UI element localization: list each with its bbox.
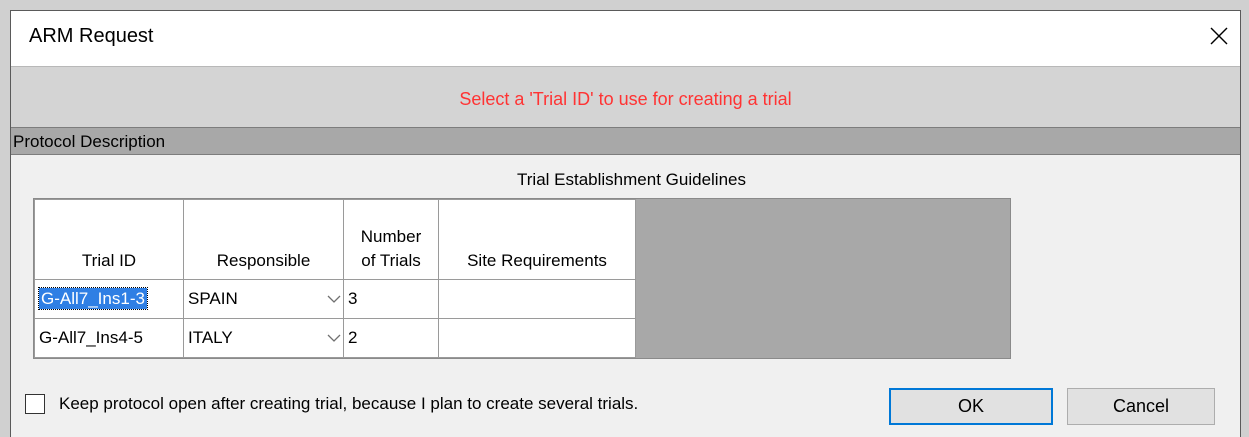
- responsible-cell[interactable]: ITALY: [183, 318, 344, 358]
- window-title: ARM Request: [29, 25, 154, 47]
- arm-request-dialog: ARM Request Select a 'Trial ID' to use f…: [10, 10, 1241, 437]
- guidelines-title: Trial Establishment Guidelines: [517, 170, 746, 189]
- column-header-number-of-trials[interactable]: Number of Trials: [343, 199, 439, 280]
- close-icon: [1210, 27, 1228, 45]
- keep-open-option[interactable]: Keep protocol open after creating trial,…: [25, 391, 638, 417]
- protocol-description-header[interactable]: Protocol Description: [11, 127, 1240, 155]
- responsible-value: ITALY: [188, 328, 233, 347]
- trial-id-cell[interactable]: G-All7_Ins4-5: [34, 318, 184, 358]
- number-of-trials-cell[interactable]: 2: [343, 318, 439, 358]
- instruction-banner: Select a 'Trial ID' to use for creating …: [11, 66, 1240, 128]
- column-header-site-requirements[interactable]: Site Requirements: [438, 199, 636, 280]
- keep-open-checkbox[interactable]: [25, 394, 45, 414]
- title-bar: ARM Request: [11, 11, 1240, 66]
- selected-trial-id[interactable]: G-All7_Ins1-3: [38, 287, 148, 310]
- site-requirements-cell[interactable]: [438, 318, 636, 358]
- table-row[interactable]: G-All7_Ins4-5 ITALY 2: [34, 318, 636, 358]
- cancel-button[interactable]: Cancel: [1067, 388, 1215, 425]
- table-row[interactable]: G-All7_Ins1-3 SPAIN 3: [34, 279, 636, 319]
- trial-id-cell[interactable]: G-All7_Ins1-3: [34, 279, 184, 319]
- chevron-down-icon[interactable]: [327, 290, 341, 308]
- trial-table: Trial ID Responsible Number of Trials Si…: [34, 199, 636, 358]
- site-requirements-cell[interactable]: [438, 279, 636, 319]
- number-of-trials-cell[interactable]: 3: [343, 279, 439, 319]
- responsible-cell[interactable]: SPAIN: [183, 279, 344, 319]
- column-header-trial-id[interactable]: Trial ID: [34, 199, 184, 280]
- ok-button[interactable]: OK: [889, 388, 1053, 425]
- keep-open-label[interactable]: Keep protocol open after creating trial,…: [59, 394, 638, 414]
- column-header-responsible[interactable]: Responsible: [183, 199, 344, 280]
- chevron-down-icon[interactable]: [327, 329, 341, 347]
- close-button[interactable]: [1202, 19, 1236, 53]
- instruction-text: Select a 'Trial ID' to use for creating …: [459, 89, 792, 109]
- trial-grid: Trial ID Responsible Number of Trials Si…: [33, 198, 1011, 359]
- protocol-description-label: Protocol Description: [13, 132, 166, 151]
- responsible-value: SPAIN: [188, 289, 238, 308]
